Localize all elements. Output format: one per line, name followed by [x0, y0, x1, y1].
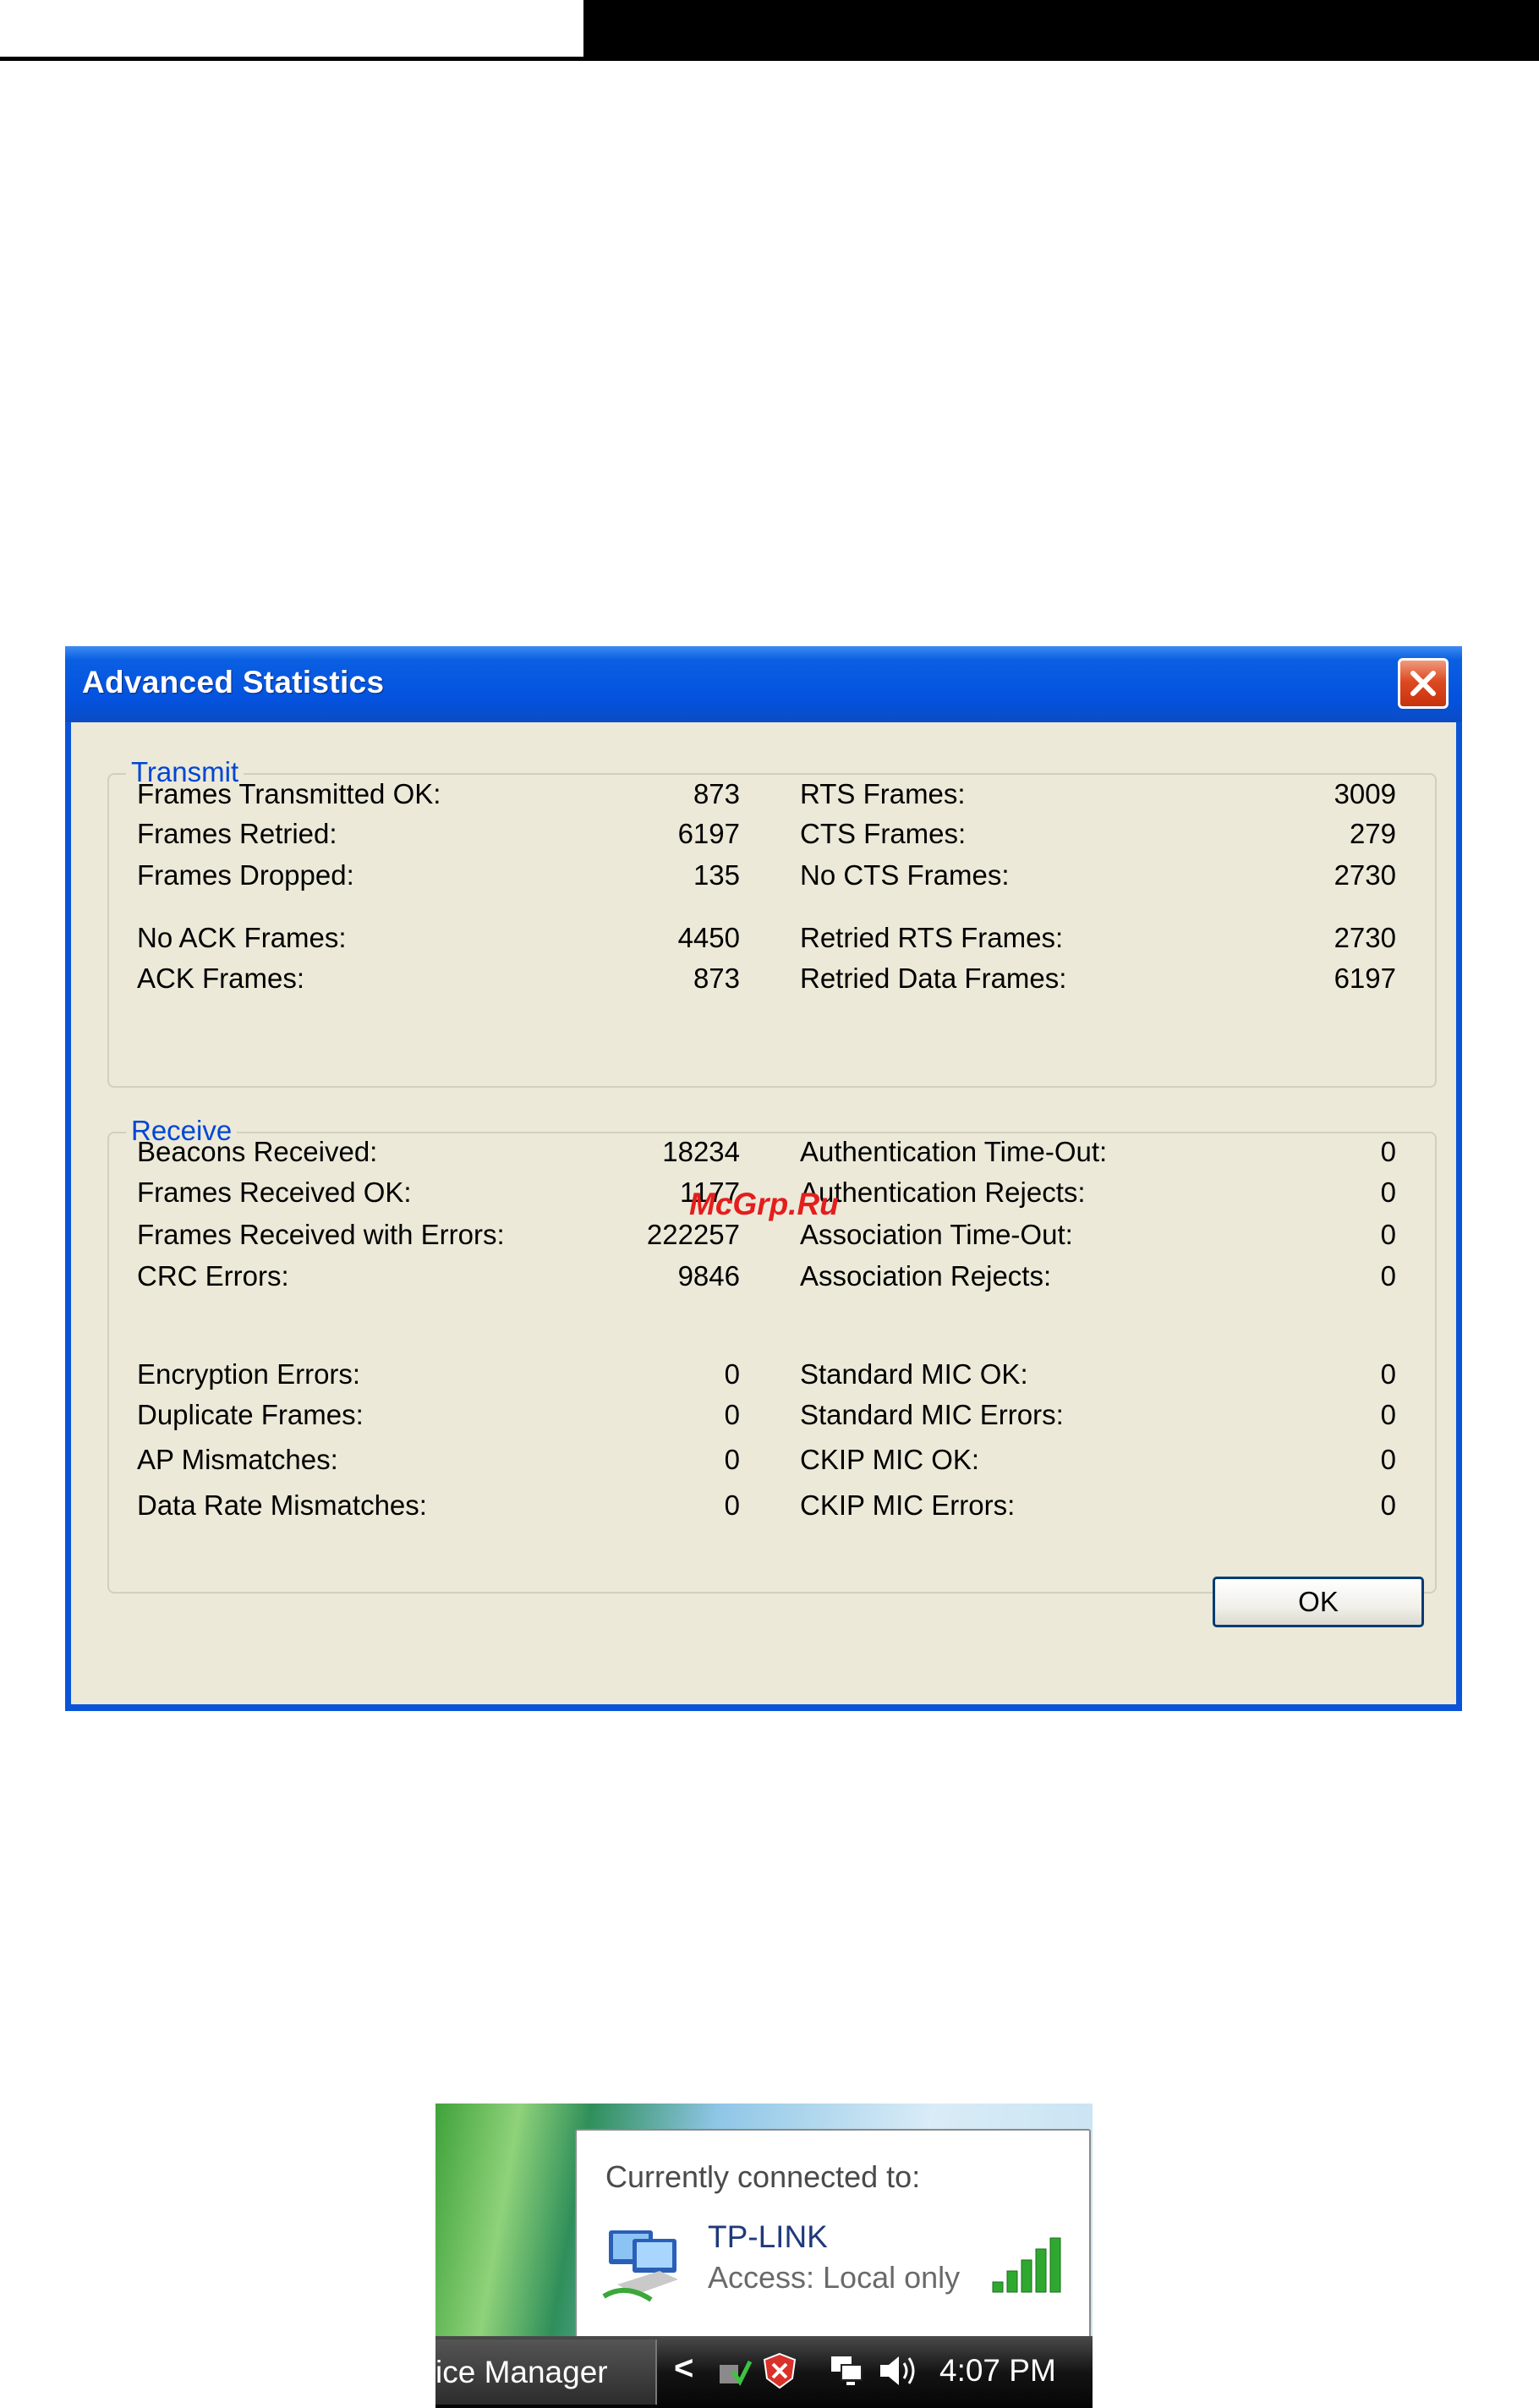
receive-stat-left-label: Duplicate Frames: [137, 1399, 364, 1430]
signal-bar [992, 2281, 1004, 2293]
transmit-stat-left-value: 4450 [677, 922, 740, 953]
receive-stat-right-value: 0 [1380, 1358, 1396, 1390]
close-icon [1410, 671, 1436, 696]
close-button[interactable] [1398, 658, 1449, 709]
receive-stat-right-value: 0 [1380, 1444, 1396, 1475]
receive-stat-left-value: 0 [724, 1444, 740, 1475]
taskbar-item-label: ice Manager [435, 2355, 608, 2389]
transmit-stat-left-value: 873 [693, 778, 740, 809]
transmit-stat-right-value: 2730 [1334, 859, 1396, 891]
receive-stat-left-label: Beacons Received: [137, 1136, 378, 1167]
receive-stat-right-label: Authentication Time-Out: [800, 1136, 1108, 1167]
receive-stat-left-label: Frames Received OK: [137, 1177, 412, 1208]
advanced-statistics-dialog: Advanced Statistics Transmit Receive OK … [65, 646, 1462, 1711]
transmit-stat-left-label: Frames Transmitted OK: [137, 778, 441, 809]
transmit-stat-right-value: 2730 [1334, 922, 1396, 953]
transmit-stat-left-label: Frames Retried: [137, 818, 337, 849]
receive-stat-left-value: 18234 [662, 1136, 740, 1167]
network-tray-icon[interactable] [828, 2351, 867, 2390]
receive-stat-right-value: 0 [1380, 1489, 1396, 1521]
header-bar [583, 0, 1539, 61]
receive-stat-left-label: AP Mismatches: [137, 1444, 338, 1475]
volume-icon[interactable] [875, 2351, 917, 2390]
receive-stat-right-value: 0 [1380, 1260, 1396, 1292]
receive-stat-right-label: Association Rejects: [800, 1260, 1052, 1292]
receive-stat-left-value: 0 [724, 1358, 740, 1390]
receive-stat-right-value: 0 [1380, 1136, 1396, 1167]
transmit-stat-left-label: No ACK Frames: [137, 922, 347, 953]
watermark-text: McGrp.Ru [689, 1187, 839, 1221]
receive-stat-right-label: CKIP MIC OK: [800, 1444, 980, 1475]
header-rule [0, 57, 583, 61]
transmit-stat-right-value: 3009 [1334, 778, 1396, 809]
signal-strength-icon [992, 2237, 1061, 2293]
receive-stat-right-label: Association Time-Out: [800, 1219, 1073, 1250]
network-icon [602, 2230, 678, 2302]
connection-popup[interactable]: Currently connected to: TP-LINK Access: … [575, 2129, 1091, 2353]
network-name: TP-LINK [708, 2219, 828, 2254]
receive-stat-left-value: 222257 [646, 1219, 740, 1250]
taskbar-item-device-manager[interactable]: ice Manager [435, 2339, 657, 2405]
ok-button[interactable]: OK [1213, 1577, 1424, 1627]
receive-stat-left-label: CRC Errors: [137, 1260, 289, 1292]
security-alert-icon[interactable] [760, 2351, 799, 2390]
receive-stat-left-label: Frames Received with Errors: [137, 1219, 505, 1250]
signal-bar [1006, 2270, 1018, 2293]
receive-stat-right-label: Standard MIC OK: [800, 1358, 1028, 1390]
receive-stat-left-value: 0 [724, 1399, 740, 1430]
transmit-stat-left-value: 6197 [677, 818, 740, 849]
receive-stat-right-label: Authentication Rejects: [800, 1177, 1086, 1208]
signal-bar [1021, 2259, 1032, 2293]
receive-stat-right-label: Standard MIC Errors: [800, 1399, 1064, 1430]
dialog-title: Advanced Statistics [82, 665, 385, 699]
receive-stat-right-value: 0 [1380, 1219, 1396, 1250]
transmit-stat-left-label: Frames Dropped: [137, 859, 354, 891]
receive-stat-left-label: Encryption Errors: [137, 1358, 361, 1390]
transmit-stat-left-value: 135 [693, 859, 740, 891]
transmit-stat-right-label: CTS Frames: [800, 818, 967, 849]
signal-bar [1035, 2248, 1047, 2293]
title-bar[interactable]: Advanced Statistics [65, 646, 1462, 722]
transmit-stat-right-label: Retried Data Frames: [800, 963, 1067, 994]
transmit-stat-right-label: RTS Frames: [800, 778, 966, 809]
show-hidden-icons-button[interactable]: < [674, 2350, 693, 2388]
taskbar: ice Manager < 4:07 PM [435, 2336, 1093, 2408]
transmit-stat-right-label: Retried RTS Frames: [800, 922, 1064, 953]
receive-stat-right-label: CKIP MIC Errors: [800, 1489, 1016, 1521]
tray-notification-screenshot: Currently connected to: TP-LINK Access: … [435, 2104, 1093, 2408]
receive-stat-left-label: Data Rate Mismatches: [137, 1489, 427, 1521]
receive-stat-left-value: 9846 [677, 1260, 740, 1292]
popup-heading: Currently connected to: [605, 2159, 921, 2194]
signal-bar [1049, 2237, 1061, 2293]
transmit-stat-right-label: No CTS Frames: [800, 859, 1010, 891]
safely-remove-icon[interactable] [715, 2353, 752, 2390]
receive-stat-right-value: 0 [1380, 1399, 1396, 1430]
transmit-stat-right-value: 279 [1349, 818, 1396, 849]
receive-stat-right-value: 0 [1380, 1177, 1396, 1208]
network-access: Access: Local only [708, 2260, 961, 2295]
receive-stat-left-value: 0 [724, 1489, 740, 1521]
transmit-stat-left-value: 873 [693, 963, 740, 994]
taskbar-clock[interactable]: 4:07 PM [939, 2353, 1056, 2389]
transmit-stat-left-label: ACK Frames: [137, 963, 305, 994]
transmit-stat-right-value: 6197 [1334, 963, 1396, 994]
